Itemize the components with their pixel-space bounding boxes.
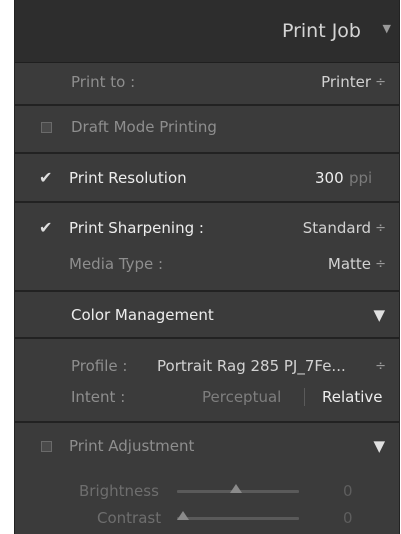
print-resolution-label: Print Resolution [69, 169, 187, 187]
section-divider [15, 201, 399, 203]
print-to-spinner-icon[interactable]: ÷ [375, 75, 386, 90]
section-divider [15, 104, 399, 106]
color-management-heading: Color Management [71, 306, 214, 324]
print-resolution-unit: ppi [349, 169, 373, 187]
draft-mode-label: Draft Mode Printing [71, 118, 217, 136]
intent-perceptual-option[interactable]: Perceptual [202, 388, 281, 406]
print-resolution-value[interactable]: 300 [315, 169, 344, 187]
section-divider [15, 421, 399, 423]
print-adjustment-heading: Print Adjustment [69, 437, 195, 455]
brightness-value: 0 [343, 482, 353, 500]
media-type-label: Media Type : [69, 255, 164, 273]
print-sharpening-label: Print Sharpening : [69, 219, 204, 237]
print-to-label: Print to : [71, 73, 136, 91]
profile-label: Profile : [71, 357, 128, 375]
brightness-slider-thumb[interactable] [230, 484, 242, 493]
print-sharpening-select[interactable]: Standard [303, 219, 371, 237]
print-to-select[interactable]: Printer [321, 73, 371, 91]
section-divider [15, 290, 399, 292]
section-divider [15, 337, 399, 339]
media-type-spinner-icon[interactable]: ÷ [375, 257, 386, 272]
collapse-triangle-icon[interactable]: ▼ [383, 22, 391, 35]
intent-label: Intent : [71, 388, 126, 406]
draft-mode-checkbox[interactable] [41, 122, 52, 133]
media-type-select[interactable]: Matte [328, 255, 371, 273]
contrast-slider-thumb[interactable] [177, 511, 189, 520]
contrast-slider-track[interactable] [177, 517, 299, 520]
print-adjustment-checkbox[interactable] [41, 441, 52, 452]
panel-title: Print Job [281, 20, 361, 42]
section-divider [15, 152, 399, 154]
intent-relative-option[interactable]: Relative [322, 388, 383, 406]
print-adjustment-toggle-icon[interactable]: ▼ [373, 437, 385, 455]
panel-header[interactable]: Print Job ▼ [15, 0, 399, 63]
profile-spinner-icon[interactable]: ÷ [375, 359, 386, 374]
contrast-value: 0 [343, 509, 353, 527]
sharpening-spinner-icon[interactable]: ÷ [375, 221, 386, 236]
color-management-toggle-icon[interactable]: ▼ [373, 306, 385, 324]
print-sharpening-check-icon[interactable]: ✔ [39, 218, 52, 237]
brightness-label: Brightness [79, 482, 159, 500]
print-job-panel: Print Job ▼ Print to : Printer ÷ Draft M… [14, 0, 400, 534]
contrast-label: Contrast [97, 509, 162, 527]
intent-divider [304, 388, 305, 406]
print-resolution-check-icon[interactable]: ✔ [39, 168, 52, 187]
profile-select[interactable]: Portrait Rag 285 PJ_7Fe... [157, 357, 346, 375]
